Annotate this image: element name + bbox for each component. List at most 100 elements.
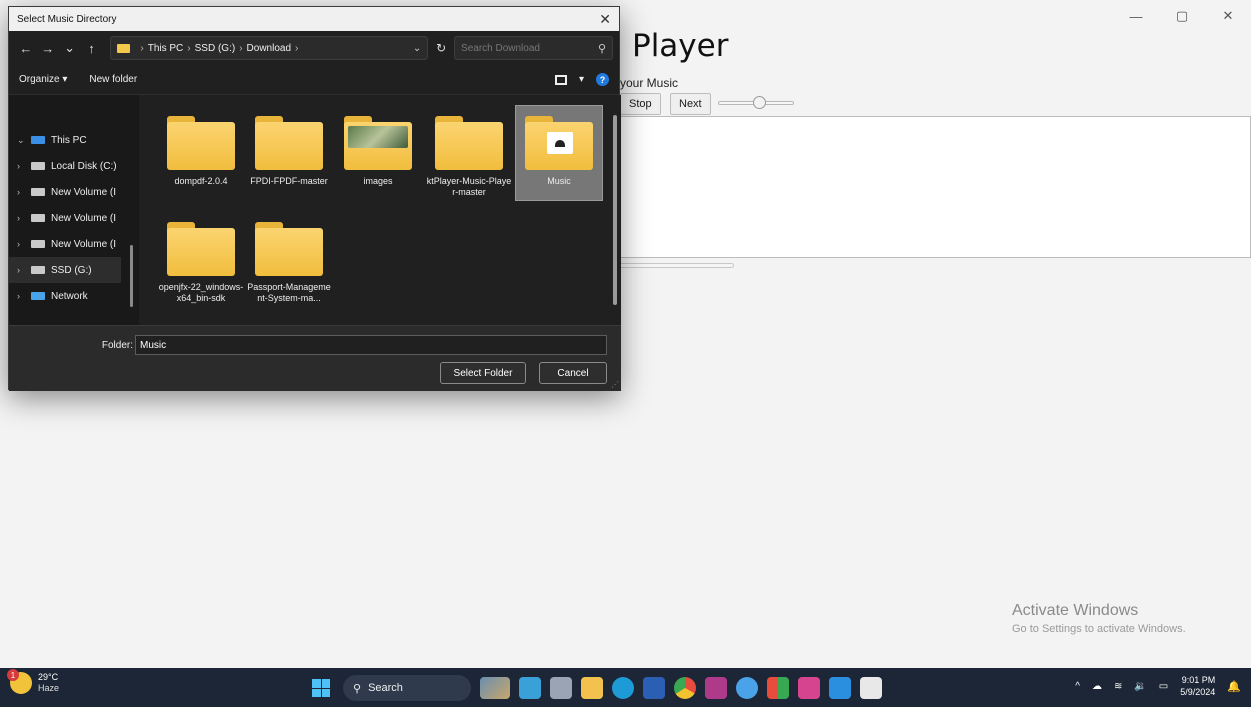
new-folder-button[interactable]: New folder — [89, 74, 137, 85]
dialog-close-button[interactable]: ✕ — [599, 11, 611, 28]
file-list-scrollbar[interactable] — [613, 115, 617, 305]
folder-icon — [435, 116, 503, 170]
show-hidden-icons[interactable]: ^ — [1075, 681, 1080, 692]
folder-name-input[interactable] — [135, 335, 607, 355]
system-tray: ^ ☁ ≋ 🔉 ▭ 9:01 PM 5/9/2024 🔔 — [1075, 674, 1241, 698]
chevron-right-icon[interactable]: › — [17, 213, 31, 223]
folder-label: Music — [547, 176, 571, 186]
address-dropdown-icon[interactable]: ⌄ — [413, 43, 421, 54]
refresh-button[interactable]: ↻ — [428, 41, 454, 55]
folder-ktplayer[interactable]: ktPlayer-Music-Player-master — [425, 105, 513, 201]
view-icon[interactable] — [554, 74, 567, 85]
cloud-icon[interactable]: ☁ — [1092, 681, 1102, 692]
folder-label: dompdf-2.0.4 — [174, 176, 228, 186]
breadcrumb-separator: › — [187, 42, 191, 54]
wifi-icon[interactable]: ≋ — [1114, 681, 1122, 692]
minimize-button[interactable]: — — [1113, 0, 1159, 32]
vscode-icon[interactable] — [829, 677, 851, 699]
weather-icon: 1 — [7, 669, 32, 694]
nav-item-local-disk[interactable]: › Local Disk (C:) — [9, 153, 139, 179]
folder-passport[interactable]: Passport-Management-System-ma... — [245, 211, 333, 307]
folder-images[interactable]: images — [334, 105, 422, 201]
nav-item-network[interactable]: › Network — [9, 283, 139, 309]
address-bar[interactable]: › This PC › SSD (G:) › Download › ⌄ — [110, 36, 429, 60]
volume-slider[interactable] — [718, 96, 794, 109]
java-icon[interactable] — [860, 677, 882, 699]
restore-button[interactable]: ▢ — [1159, 0, 1205, 32]
volume-icon[interactable]: 🔉 — [1134, 681, 1146, 692]
close-window-button[interactable]: ✕ — [1205, 0, 1251, 32]
chevron-right-icon[interactable]: › — [17, 291, 31, 301]
folder-icon — [255, 222, 323, 276]
folder-fpdi[interactable]: FPDI-FPDF-master — [245, 105, 333, 201]
folder-label: Passport-Management-System-ma... — [247, 282, 331, 303]
battery-icon[interactable]: ▭ — [1159, 681, 1168, 692]
chevron-right-icon[interactable]: › — [17, 265, 31, 275]
watermark-subtitle: Go to Settings to activate Windows. — [1012, 623, 1186, 635]
breadcrumb-separator: › — [140, 42, 144, 54]
intellij-icon[interactable] — [705, 677, 727, 699]
taskbar: 1 29°C Haze ⚲ Search ^ ☁ ≋ 🔉 ▭ 9:01 PM 5… — [0, 668, 1251, 707]
windows-start-icon[interactable] — [312, 679, 330, 697]
folder-dompdf[interactable]: dompdf-2.0.4 — [157, 105, 245, 201]
breadcrumb-this-pc[interactable]: This PC — [148, 43, 184, 54]
horizontal-scrollbar[interactable] — [618, 263, 734, 268]
view-options-caret[interactable]: ▾ — [579, 74, 584, 85]
notification-bell-icon[interactable]: 🔔 — [1227, 680, 1241, 693]
forward-button[interactable]: → — [37, 41, 59, 56]
widget-icon[interactable] — [480, 677, 510, 699]
organize-menu[interactable]: Organize ▾ — [19, 74, 67, 85]
search-box[interactable]: ⚲ — [454, 36, 613, 60]
nav-pane-scrollbar[interactable] — [130, 245, 133, 307]
resize-grip-icon[interactable]: ⋰ — [611, 380, 619, 389]
nav-item-new-volume-2[interactable]: › New Volume (I — [9, 205, 139, 231]
app-icon[interactable] — [550, 677, 572, 699]
stop-button[interactable]: Stop — [620, 93, 661, 115]
folder-icon — [167, 222, 235, 276]
up-button[interactable]: ↑ — [81, 41, 103, 56]
weather-text: 29°C Haze — [38, 672, 59, 694]
breadcrumb-download[interactable]: Download — [247, 43, 291, 54]
word-icon[interactable] — [643, 677, 665, 699]
chevron-down-icon[interactable]: ⌄ — [17, 135, 31, 146]
edge-icon[interactable] — [612, 677, 634, 699]
app-icon[interactable] — [767, 677, 789, 699]
recent-locations-button[interactable]: ⌄ — [59, 40, 81, 56]
drive-icon — [31, 240, 45, 248]
drive-icon — [31, 214, 45, 222]
back-button[interactable]: ← — [15, 41, 37, 56]
search-input[interactable] — [461, 42, 592, 54]
cancel-button[interactable]: Cancel — [539, 362, 607, 384]
chevron-right-icon[interactable]: › — [17, 161, 31, 171]
dialog-footer: Folder: Select Folder Cancel ⋰ — [9, 325, 621, 391]
help-icon[interactable]: ? — [596, 73, 609, 86]
volume-knob[interactable] — [753, 96, 766, 109]
taskbar-search[interactable]: ⚲ Search — [343, 675, 471, 701]
activate-windows-watermark: Activate Windows Go to Settings to activ… — [1012, 602, 1186, 635]
file-explorer-icon[interactable] — [581, 677, 603, 699]
clock[interactable]: 9:01 PM 5/9/2024 — [1180, 674, 1215, 698]
folder-music[interactable]: Music — [515, 105, 603, 201]
teams-icon[interactable] — [519, 677, 541, 699]
chrome-icon[interactable] — [674, 677, 696, 699]
nav-item-new-volume-1[interactable]: › New Volume (I — [9, 179, 139, 205]
weather-widget[interactable]: 1 29°C Haze — [7, 669, 59, 694]
dialog-title: Select Music Directory — [17, 13, 117, 25]
search-icon: ⚲ — [353, 682, 362, 695]
app-icon[interactable] — [736, 677, 758, 699]
nav-item-new-volume-3[interactable]: › New Volume (I — [9, 231, 139, 257]
folder-openjfx[interactable]: openjfx-22_windows-x64_bin-sdk — [157, 211, 245, 307]
xampp-icon[interactable] — [798, 677, 820, 699]
chevron-right-icon[interactable]: › — [17, 239, 31, 249]
image-folder-icon — [344, 116, 412, 170]
nav-item-ssd[interactable]: › SSD (G:) — [9, 257, 121, 283]
folder-icon — [167, 116, 235, 170]
nav-item-this-pc[interactable]: ⌄ This PC — [9, 127, 139, 153]
select-folder-button[interactable]: Select Folder — [440, 362, 526, 384]
song-list[interactable] — [600, 116, 1251, 258]
app-title: Player — [632, 28, 729, 64]
breadcrumb-ssd[interactable]: SSD (G:) — [195, 43, 236, 54]
clock-date: 5/9/2024 — [1180, 687, 1216, 697]
next-button[interactable]: Next — [670, 93, 711, 115]
chevron-right-icon[interactable]: › — [17, 187, 31, 197]
